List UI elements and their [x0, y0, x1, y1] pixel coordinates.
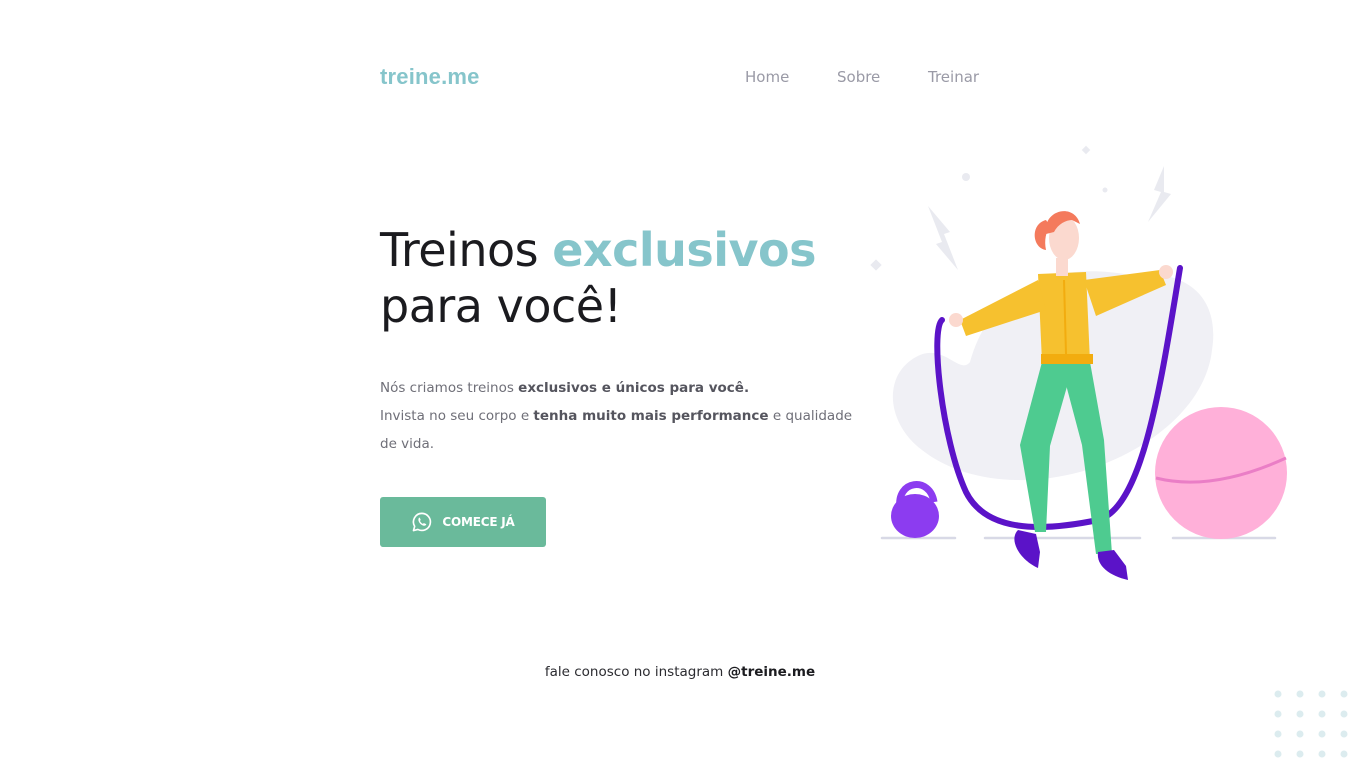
instagram-note-text: fale conosco no instagram [544, 664, 728, 680]
instagram-handle-link[interactable]: @treine.me [728, 664, 816, 680]
desc-line1-bold: exclusivos e únicos para você. [518, 380, 750, 396]
desc-line2-plain1: Invista no seu corpo e [380, 408, 534, 424]
nav-item-treinar[interactable]: Treinar [928, 68, 979, 86]
desc-line1-plain: Nós criamos treinos [380, 380, 519, 396]
comece-ja-button[interactable]: COMECE JÁ [380, 497, 546, 547]
dot-grid-decoration [1274, 690, 1348, 758]
nav-item-sobre[interactable]: Sobre [837, 68, 880, 86]
instagram-note: fale conosco no instagram @treine.me [0, 664, 1360, 680]
nav-item-home[interactable]: Home [745, 68, 789, 86]
logo-link[interactable]: treine.me [380, 64, 480, 90]
hero-title-line2: para você! [380, 279, 622, 333]
hero-title-part1: Treinos [380, 223, 553, 277]
woman-jumping-rope-illustration [870, 145, 1287, 580]
hero-title: Treinos exclusivos para você! [380, 222, 816, 334]
hero-description: Nós criamos treinos exclusivos e únicos … [380, 374, 870, 458]
desc-line2-bold: tenha muito mais performance [533, 408, 769, 424]
hero-title-accent: exclusivos [552, 223, 816, 277]
whatsapp-icon [412, 512, 432, 532]
comece-ja-label: COMECE JÁ [442, 515, 515, 529]
